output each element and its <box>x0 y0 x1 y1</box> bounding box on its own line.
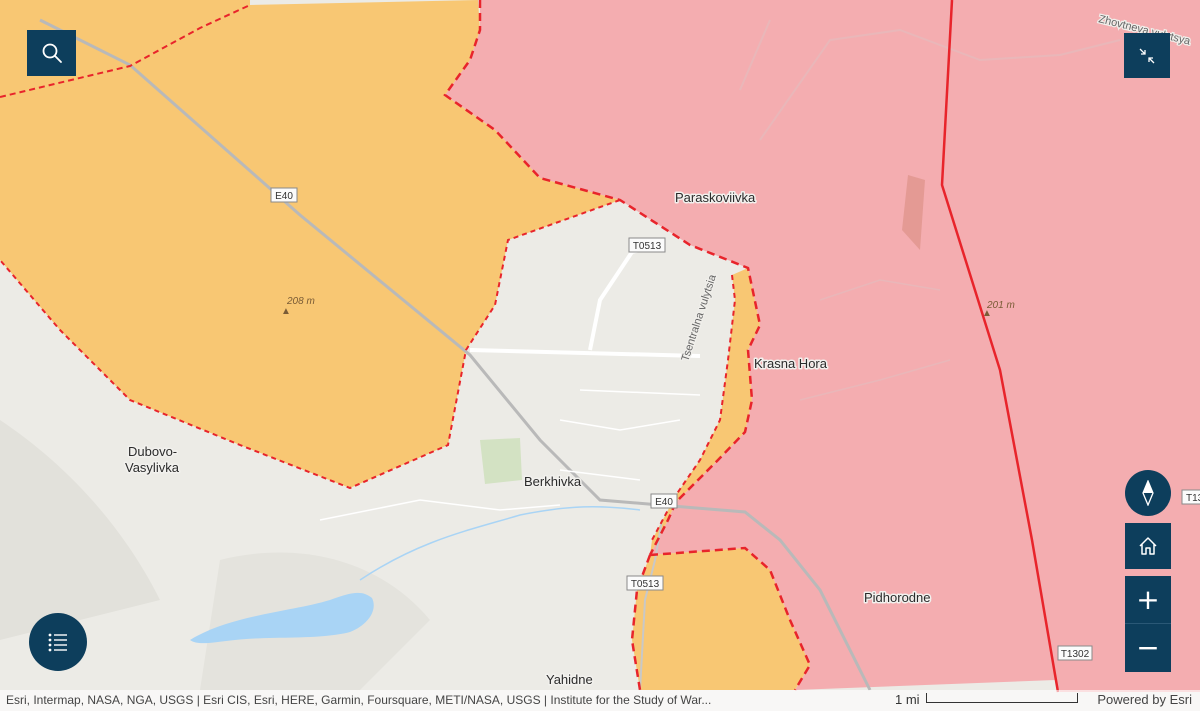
svg-text:T0513: T0513 <box>631 579 660 590</box>
elevation-marker: ▲ <box>281 306 291 317</box>
svg-text:T130: T130 <box>1186 493 1200 504</box>
svg-text:T0513: T0513 <box>633 241 662 252</box>
attribution-text[interactable]: Esri, Intermap, NASA, NGA, USGS | Esri C… <box>6 693 866 707</box>
place-label: Berkhivka <box>524 474 582 489</box>
search-icon <box>42 43 62 63</box>
svg-text:E40: E40 <box>655 497 673 508</box>
place-label: Krasna Hora <box>754 356 828 371</box>
scale-label: 1 mi <box>895 692 920 707</box>
place-label: Paraskoviivka <box>675 190 756 205</box>
place-label: Dubovo- <box>128 444 177 459</box>
place-label: Yahidne <box>546 672 593 687</box>
route-shield: T0513 <box>628 237 666 253</box>
svg-text:T1302: T1302 <box>1061 649 1090 660</box>
minus-icon: − <box>1136 631 1160 664</box>
zoom-in-button[interactable]: + <box>1125 576 1171 624</box>
attribution-bar: Esri, Intermap, NASA, NGA, USGS | Esri C… <box>0 690 1200 711</box>
collapse-icon <box>1139 48 1155 63</box>
plus-icon: + <box>1136 582 1160 616</box>
legend-list-icon <box>48 633 67 652</box>
scale-bar <box>926 693 1078 703</box>
home-icon <box>1139 537 1157 555</box>
search-button[interactable] <box>27 30 76 76</box>
powered-by-esri[interactable]: Powered by Esri <box>1097 692 1192 707</box>
svg-text:E40: E40 <box>275 191 293 202</box>
park <box>480 438 522 484</box>
route-shield: T1302 <box>1057 645 1093 661</box>
map-canvas[interactable]: ▲ 208 m ▲ 201 m E40 T0513 E40 T0513 T130… <box>0 0 1200 711</box>
legend-button[interactable] <box>29 613 87 671</box>
elevation-label: 208 m <box>286 296 315 307</box>
route-shield: T0513 <box>626 575 664 591</box>
collapse-button[interactable] <box>1124 33 1170 78</box>
route-shield: E40 <box>270 187 298 203</box>
route-shield: T130 <box>1181 489 1200 505</box>
place-label: Pidhorodne <box>864 590 931 605</box>
route-shield: E40 <box>650 493 678 509</box>
compass-button[interactable] <box>1125 470 1171 516</box>
elevation-label: 201 m <box>986 300 1015 311</box>
home-button[interactable] <box>1125 523 1171 569</box>
compass-icon <box>1142 480 1154 506</box>
zoom-out-button[interactable]: − <box>1125 624 1171 672</box>
place-label: Vasylivka <box>125 460 180 475</box>
